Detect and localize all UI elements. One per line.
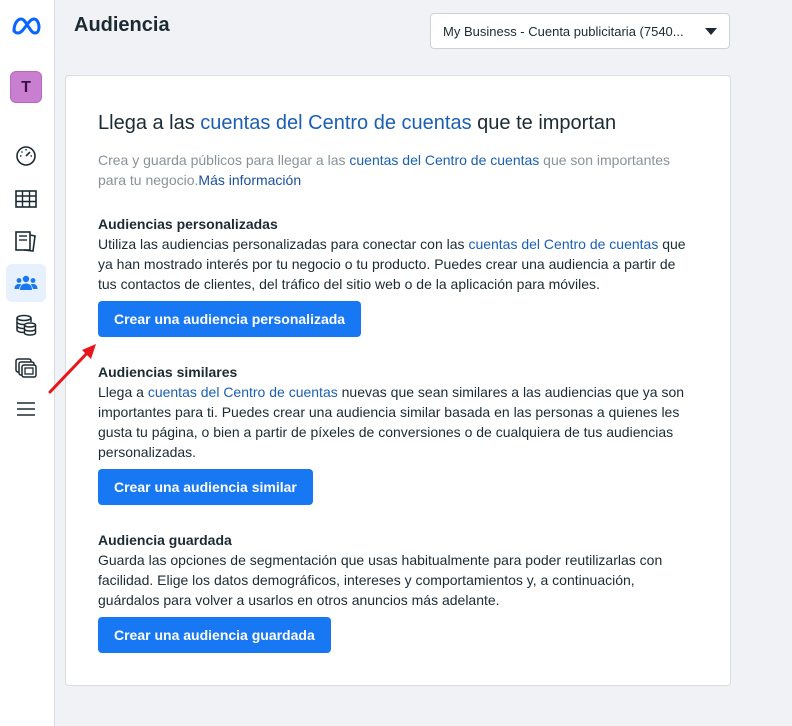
annotation-arrow-icon [48, 344, 96, 394]
similar-audience-section: Audiencias similares Llega a cuentas del… [98, 362, 698, 462]
create-similar-audience-button[interactable]: Crear una audiencia similar [98, 469, 313, 505]
avatar[interactable]: T [10, 71, 42, 103]
saved-audience-heading: Audiencia guardada [98, 532, 232, 548]
audience-icon [14, 275, 38, 290]
sidebar-item-table[interactable] [6, 180, 46, 218]
similar-audience-heading: Audiencias similares [98, 364, 238, 380]
hero-title-link[interactable]: cuentas del Centro de cuentas [200, 112, 471, 134]
hero-subtitle: Crea y guarda públicos para llegar a las… [98, 150, 688, 190]
ads-icon [15, 358, 37, 378]
hero-sub-pre: Crea y guarda públicos para llegar a las [98, 152, 350, 168]
sidebar-item-audience[interactable] [6, 264, 46, 302]
pages-icon [15, 231, 36, 252]
chevron-down-icon [705, 27, 717, 35]
hero-sub-link[interactable]: cuentas del Centro de cuentas [349, 152, 539, 168]
custom-audience-heading: Audiencias personalizadas [98, 216, 278, 232]
audience-card: Llega a las cuentas del Centro de cuenta… [65, 75, 731, 686]
saved-audience-text: Guarda las opciones de segmentación que … [98, 552, 663, 608]
saved-audience-section: Audiencia guardada Guarda las opciones d… [98, 530, 698, 610]
sidebar-item-dashboard[interactable] [6, 136, 46, 174]
create-saved-audience-button[interactable]: Crear una audiencia guardada [98, 617, 331, 653]
hero-title-post: que te importan [471, 112, 617, 134]
table-icon [15, 190, 37, 208]
custom-text-link[interactable]: cuentas del Centro de cuentas [468, 236, 658, 252]
page-title: Audiencia [74, 14, 170, 36]
meta-logo-icon[interactable] [10, 14, 42, 38]
account-select-label: My Business - Cuenta publicitaria (7540.… [443, 23, 684, 39]
sidebar-item-ads[interactable] [6, 348, 46, 386]
more-info-link[interactable]: Más información [198, 172, 301, 188]
dashboard-icon [16, 146, 36, 166]
custom-audience-section: Audiencias personalizadas Utiliza las au… [98, 214, 698, 294]
menu-icon [17, 402, 35, 416]
sidebar-item-pages[interactable] [6, 222, 46, 260]
account-select[interactable]: My Business - Cuenta publicitaria (7540.… [430, 13, 730, 49]
similar-audience-text: Llega a cuentas del Centro de cuentas nu… [98, 382, 698, 462]
database-icon [16, 314, 37, 336]
similar-text-pre: Llega a [98, 384, 148, 400]
hero-title: Llega a las cuentas del Centro de cuenta… [98, 112, 616, 135]
sidebar-item-menu[interactable] [6, 390, 46, 428]
sidebar-item-database[interactable] [6, 306, 46, 344]
similar-text-link[interactable]: cuentas del Centro de cuentas [148, 384, 338, 400]
custom-text-pre: Utiliza las audiencias personalizadas pa… [98, 236, 469, 252]
create-custom-audience-button[interactable]: Crear una audiencia personalizada [98, 301, 362, 337]
custom-audience-text: Utiliza las audiencias personalizadas pa… [98, 234, 698, 294]
hero-title-pre: Llega a las [98, 112, 201, 134]
